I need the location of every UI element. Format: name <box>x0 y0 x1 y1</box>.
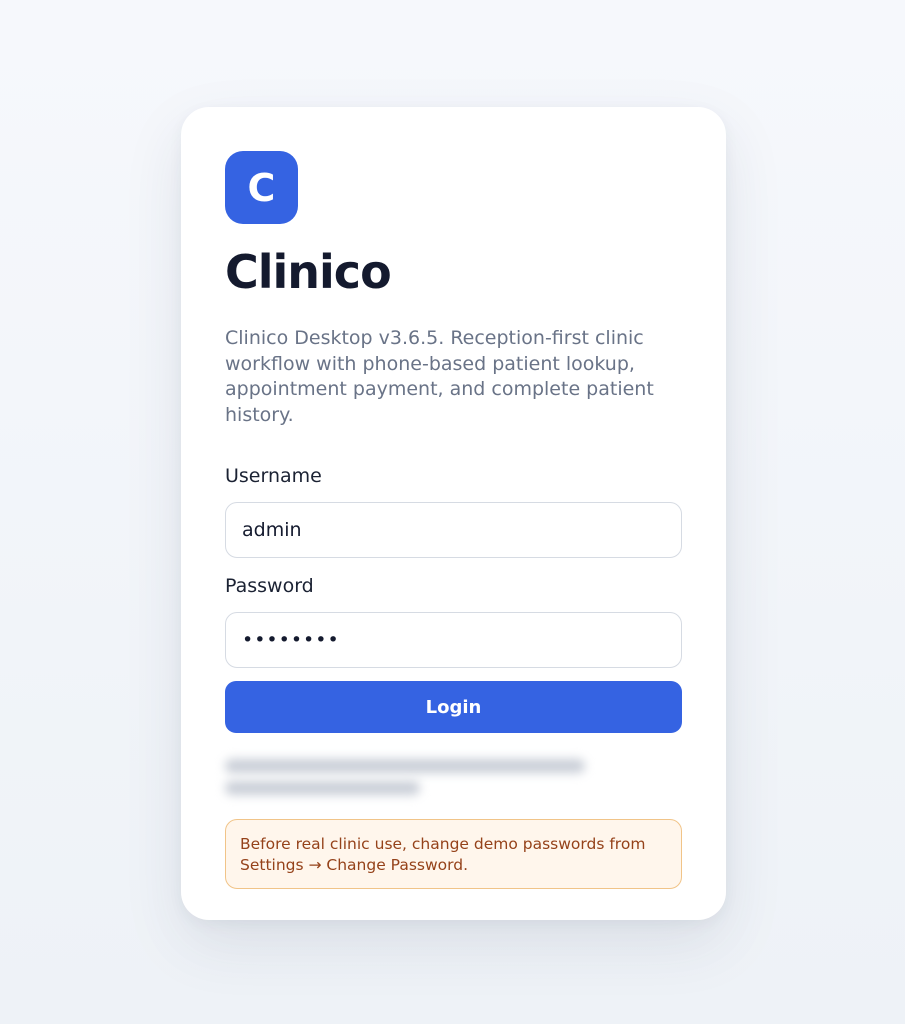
app-description: Clinico Desktop v3.6.5. Reception-first … <box>225 327 654 426</box>
clinico-logo-icon: C <box>225 151 298 224</box>
app-title: Clinico <box>225 245 392 299</box>
username-input[interactable] <box>225 502 682 558</box>
login-card: C Clinico Clinico Desktop v3.6.5. Recept… <box>181 107 726 920</box>
logo-letter: C <box>247 165 276 210</box>
username-label: Username <box>225 465 322 487</box>
password-warning-banner: Before real clinic use, change demo pass… <box>225 819 682 889</box>
password-input[interactable] <box>225 612 682 668</box>
blurred-credentials-hint <box>225 755 585 801</box>
login-button[interactable]: Login <box>225 681 682 733</box>
password-label: Password <box>225 575 314 597</box>
